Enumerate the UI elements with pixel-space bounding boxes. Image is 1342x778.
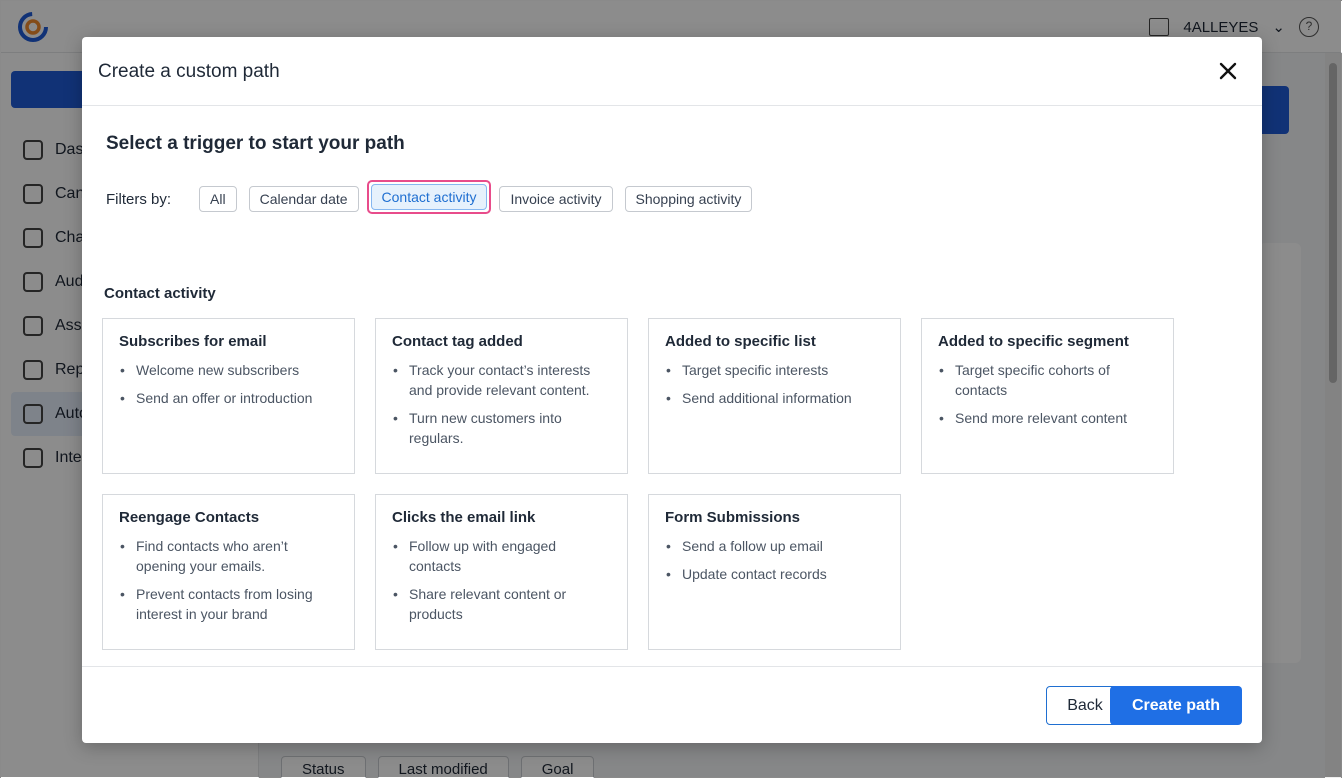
create-custom-path-modal: Create a custom path Select a trigger to…: [82, 37, 1262, 743]
trigger-card-bullet: Update contact records: [665, 564, 884, 584]
trigger-card-title: Subscribes for email: [119, 333, 267, 350]
trigger-card-bullet: Follow up with engaged contacts: [392, 536, 611, 576]
trigger-card-bullet: Track your contact’s interests and provi…: [392, 360, 611, 400]
modal-footer: Back Create path: [82, 666, 1262, 743]
trigger-card-bullet: Prevent contacts from losing interest in…: [119, 584, 338, 624]
trigger-card-bullets: Follow up with engaged contacts Share rel…: [392, 536, 611, 624]
trigger-card[interactable]: Added to specific list Target specific in…: [648, 318, 901, 474]
modal-header: Create a custom path: [82, 37, 1262, 106]
trigger-card-bullet: Send an offer or introduction: [119, 388, 338, 408]
trigger-card-title: Added to specific segment: [938, 333, 1129, 350]
filter-chip[interactable]: Contact activity: [370, 184, 488, 210]
trigger-card-bullet: Send a follow up email: [665, 536, 884, 556]
modal-title: Create a custom path: [98, 61, 280, 82]
filter-bar: Filters by: All Calendar date Contact acti…: [106, 180, 764, 214]
filter-chip-wrapper: Calendar date: [248, 186, 367, 212]
trigger-card-bullet: Turn new customers into regulars.: [392, 408, 611, 448]
filters-label: Filters by:: [106, 190, 172, 208]
filter-chip-wrapper: All: [199, 186, 245, 212]
filter-chip[interactable]: Shopping activity: [624, 186, 753, 212]
trigger-card-bullet: Share relevant content or products: [392, 584, 611, 624]
trigger-card[interactable]: Contact tag added Track your contact’s in…: [375, 318, 628, 474]
trigger-card-bullets: Send a follow up email Update contact rec…: [665, 536, 884, 584]
trigger-card-bullets: Target specific cohorts of contacts Send …: [938, 360, 1157, 428]
trigger-card-bullet: Send additional information: [665, 388, 884, 408]
trigger-card-title: Form Submissions: [665, 509, 801, 526]
filter-chip-wrapper: Shopping activity: [624, 186, 761, 212]
trigger-card-bullet: Find contacts who aren’t opening your em…: [119, 536, 338, 576]
trigger-card[interactable]: Reengage Contacts Find contacts who aren’…: [102, 494, 355, 650]
filter-chip[interactable]: Invoice activity: [499, 186, 613, 212]
trigger-card[interactable]: Clicks the email link Follow up with enga…: [375, 494, 628, 650]
trigger-card-bullet: Target specific interests: [665, 360, 884, 380]
trigger-card-bullet: Target specific cohorts of contacts: [938, 360, 1157, 400]
trigger-card-title: Contact tag added: [392, 333, 523, 350]
trigger-card-bullet: Send more relevant content: [938, 408, 1157, 428]
trigger-card-title: Added to specific list: [665, 333, 816, 350]
trigger-card-bullets: Find contacts who aren’t opening your em…: [119, 536, 338, 624]
create-path-button[interactable]: Create path: [1110, 686, 1242, 725]
trigger-card-bullet: Welcome new subscribers: [119, 360, 338, 380]
trigger-card-bullets: Track your contact’s interests and provi…: [392, 360, 611, 448]
trigger-card[interactable]: Form Submissions Send a follow up email Up…: [648, 494, 901, 650]
trigger-card[interactable]: Added to specific segment Target specific…: [921, 318, 1174, 474]
close-icon[interactable]: [1216, 59, 1240, 83]
trigger-heading: Select a trigger to start your path: [106, 133, 405, 154]
trigger-card-bullets: Welcome new subscribers Send an offer or …: [119, 360, 338, 408]
filter-chip-wrapper: Invoice activity: [499, 186, 620, 212]
trigger-card-title: Reengage Contacts: [119, 509, 260, 526]
filter-chip-wrapper: Contact activity: [366, 180, 492, 214]
filter-chip[interactable]: Calendar date: [248, 186, 359, 212]
trigger-card-bullets: Target specific interests Send additional…: [665, 360, 884, 408]
section-label: Contact activity: [104, 285, 216, 302]
filter-chip[interactable]: All: [199, 186, 237, 212]
trigger-card-title: Clicks the email link: [392, 509, 536, 526]
trigger-card[interactable]: Subscribes for email Welcome new subscrib…: [102, 318, 355, 474]
